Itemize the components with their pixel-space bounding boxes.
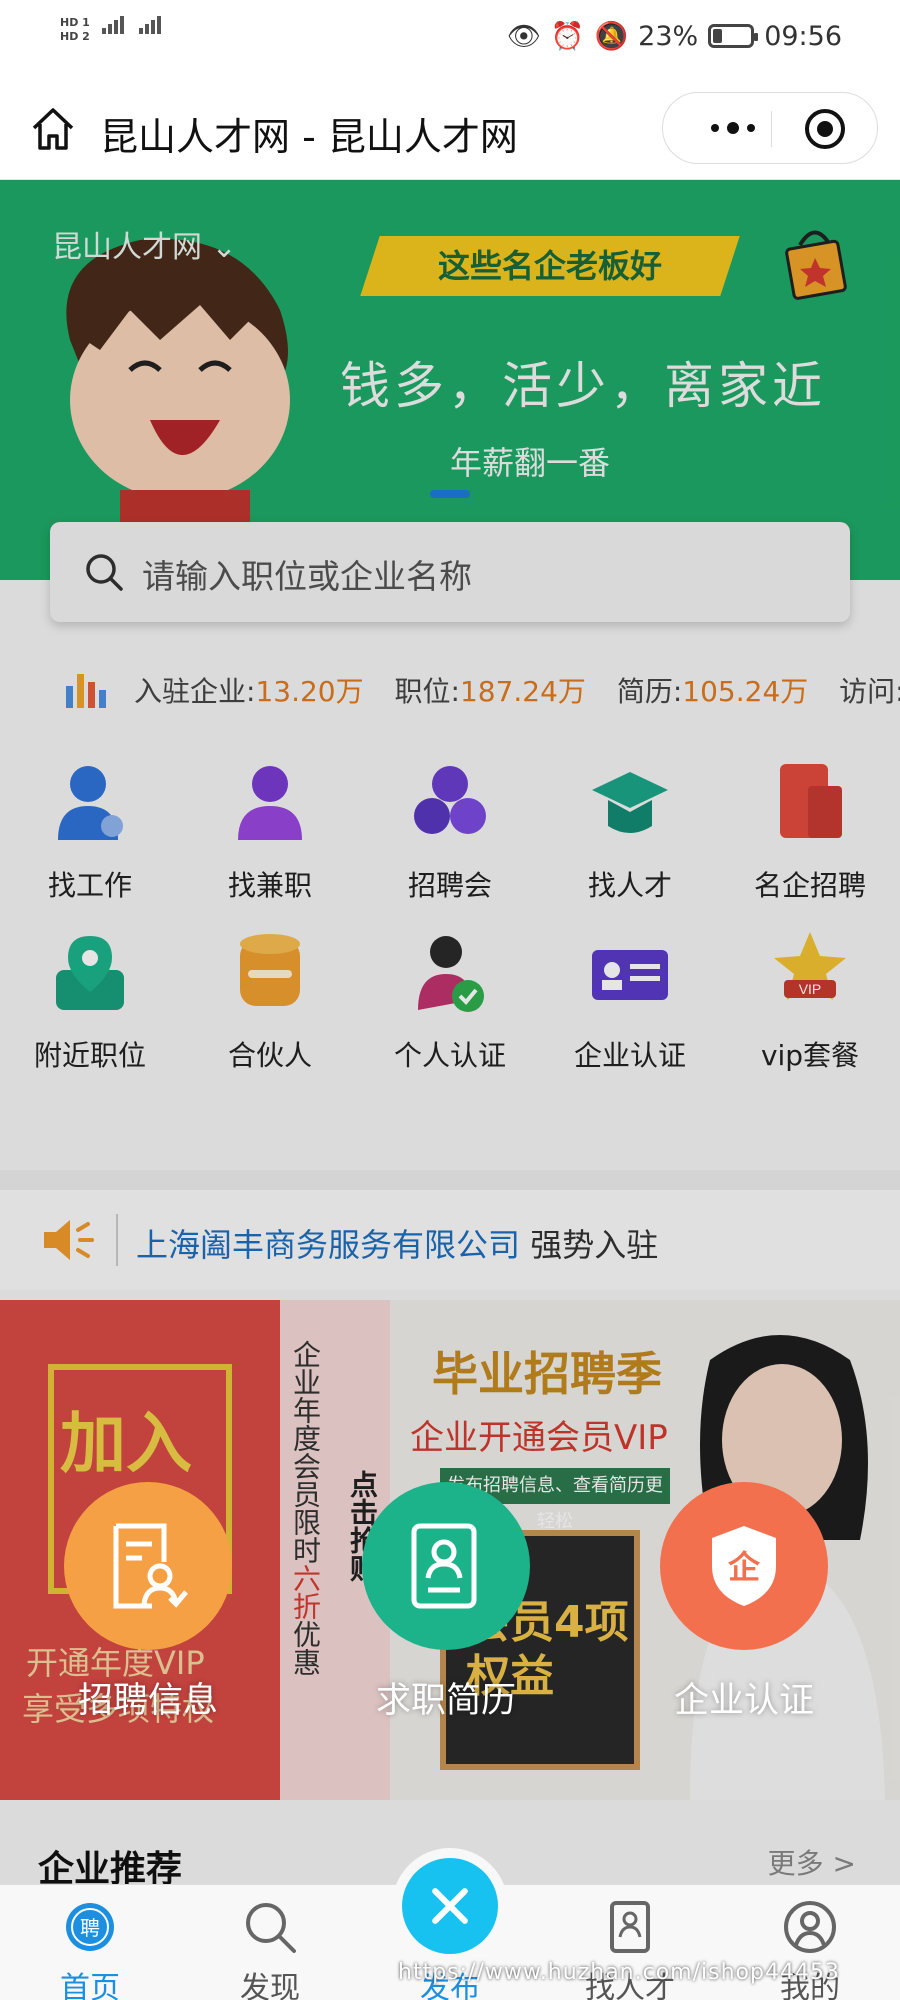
title-bar: 昆山人才网 - 昆山人才网 [0, 80, 900, 180]
tab-discover[interactable]: 发现 [210, 1893, 330, 2000]
publish-recruitment-label: 招聘信息 [77, 1681, 218, 1721]
shield-icon: 企 [712, 1526, 776, 1606]
close-miniprogram-icon[interactable] [805, 109, 845, 149]
publish-company-verify-button[interactable]: 企 企业认证 [634, 1482, 854, 1742]
resume-icon [411, 1523, 477, 1609]
search-icon [246, 1903, 296, 1953]
home-icon[interactable] [28, 104, 78, 154]
clock: 09:56 [764, 20, 842, 52]
mini-program-capsule [662, 92, 878, 164]
signal-icon [102, 16, 126, 34]
more-icon[interactable] [703, 113, 763, 143]
alarm-icon: ⏰ [550, 21, 585, 52]
svg-text:企: 企 [728, 1548, 761, 1586]
document-person-icon [113, 1523, 188, 1609]
watermark: https://www.huzhan.com/ishop44453 [398, 1960, 840, 1985]
user-icon [784, 1901, 836, 1953]
battery-icon [708, 24, 759, 48]
battery-percent: 23% [638, 20, 699, 52]
network-indicator: HD 1 HD 2 [60, 16, 163, 44]
status-bar: HD 1 HD 2 👁 ⏰ 🔕 23% 09:56 [0, 0, 900, 80]
publish-recruitment-button[interactable]: 招聘信息 [38, 1482, 258, 1742]
status-right: 👁 ⏰ 🔕 23% 09:56 [506, 20, 842, 53]
page-title: 昆山人才网 - 昆山人才网 [100, 115, 518, 159]
signal-icon [138, 16, 163, 34]
publish-resume-button[interactable]: 求职简历 [336, 1482, 556, 1742]
company-verify-icon-circle: 企 [660, 1482, 828, 1650]
svg-text:聘: 聘 [80, 1916, 100, 1940]
close-popup-button[interactable] [402, 1858, 498, 1954]
hd-badge: HD 1 HD 2 [60, 16, 90, 43]
resume-icon-circle [362, 1482, 530, 1650]
capsule-divider [771, 111, 772, 147]
publish-company-verify-label: 企业认证 [673, 1681, 814, 1721]
home-recruit-icon: 聘 [66, 1903, 114, 1951]
tab-label: 发现 [240, 1971, 300, 2000]
tab-home[interactable]: 聘 首页 [30, 1893, 150, 2000]
recruitment-icon-circle [64, 1482, 232, 1650]
publish-resume-label: 求职简历 [375, 1681, 516, 1721]
resume-icon [610, 1901, 650, 1953]
mute-icon: 🔕 [594, 21, 629, 52]
tab-label: 首页 [60, 1971, 120, 2000]
eye-icon: 👁 [506, 21, 541, 52]
